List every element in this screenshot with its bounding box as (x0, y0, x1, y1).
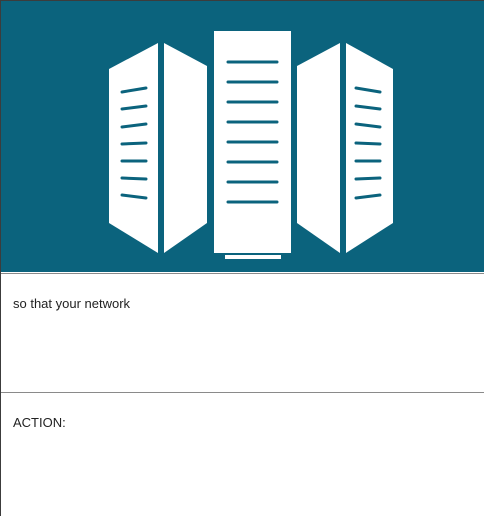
page: so that your network ACTION: (0, 0, 484, 516)
content-section-network: so that your network (1, 273, 484, 393)
server-racks-icon (109, 31, 393, 259)
hero-banner (1, 1, 484, 272)
action-label: ACTION: (13, 415, 66, 430)
section-text: so that your network (13, 296, 131, 311)
content-section-action: ACTION: (1, 394, 484, 516)
